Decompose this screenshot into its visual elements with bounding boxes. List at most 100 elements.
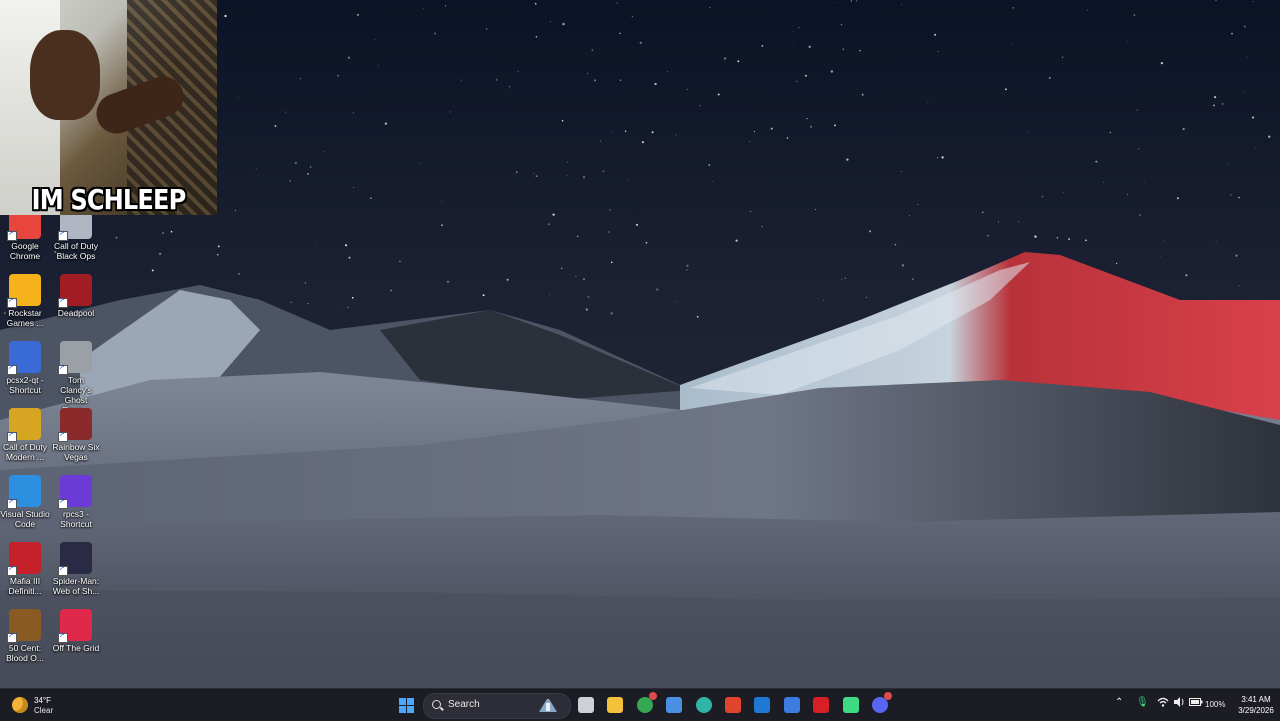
rpcs3-icon [58, 475, 92, 509]
shortcut-arrow-icon [7, 564, 17, 576]
weather-condition: Clear [34, 706, 54, 715]
shortcut-arrow-icon [7, 430, 17, 442]
search-icon [432, 700, 441, 709]
android-app-taskbar-button[interactable] [838, 692, 864, 718]
taskbar: 34°F Clear Search ⌃ 🎙 100% 3:41 AM 3/29/… [0, 688, 1280, 721]
desktop-icon-rockstar[interactable]: Rockstar Games ... [0, 274, 50, 328]
notification-badge [884, 692, 892, 700]
brave-icon [725, 697, 741, 713]
edge-taskbar-button[interactable] [691, 692, 717, 718]
desktop-icon-rpcs3[interactable]: rpcs3 - Shortcut [51, 475, 101, 529]
desktop-icon-label: pcsx2-qt - Shortcut [6, 375, 44, 395]
shortcut-arrow-icon [58, 363, 68, 375]
task-view-icon [578, 697, 594, 713]
shortcut-arrow-icon [7, 631, 17, 643]
weather-temp: 34°F [34, 696, 51, 705]
battery-percent: 100% [1205, 700, 1226, 709]
system-clock[interactable]: 3:41 AM 3/29/2026 [1236, 694, 1276, 716]
shortcut-arrow-icon [58, 430, 68, 442]
overlay-caption: IM SCHLEEP [31, 183, 187, 215]
shortcut-arrow-icon [58, 497, 68, 509]
windows-logo-pane [407, 706, 414, 713]
notes-taskbar-button[interactable] [779, 692, 805, 718]
off-the-grid-icon [58, 609, 92, 643]
desktop-icon-label: Deadpool [57, 308, 95, 318]
pcsx2-icon [7, 341, 41, 375]
discord-taskbar-button[interactable] [867, 692, 893, 718]
desktop-icon-label: rpcs3 - Shortcut [60, 509, 92, 529]
desktop-icon-modern-warfare[interactable]: Call of Duty Modern ... [0, 408, 50, 462]
desktop-icon-deadpool[interactable]: Deadpool [51, 274, 101, 318]
wifi-icon[interactable] [1157, 697, 1169, 710]
battery-glyph [1189, 698, 1203, 706]
shortcut-arrow-icon [58, 564, 68, 576]
desktop-icon-label: Spider-Man: Web of Sh... [52, 576, 100, 596]
sleeping-face [30, 30, 100, 120]
notes-icon [784, 697, 800, 713]
desktop-icon-label: Call of Duty Black Ops [54, 241, 98, 261]
ruby-app-taskbar-button[interactable] [808, 692, 834, 718]
search-highlight-icon [539, 699, 557, 712]
wifi-glyph [1157, 697, 1169, 707]
moon-icon [12, 697, 28, 713]
file-explorer-taskbar-button[interactable] [602, 692, 628, 718]
desktop-icon-label: 50 Cent: Blood O... [6, 643, 44, 663]
notification-badge [649, 692, 657, 700]
deadpool-icon [58, 274, 92, 308]
windows-logo-pane [399, 706, 406, 713]
brave-taskbar-button[interactable] [720, 692, 746, 718]
shortcut-arrow-icon [58, 296, 68, 308]
desktop-icon-off-the-grid[interactable]: Off The Grid [51, 609, 101, 653]
start-button[interactable] [393, 692, 419, 718]
shortcut-arrow-icon [7, 229, 17, 241]
desktop-icon-label: Mafia III Definiti... [8, 576, 42, 596]
chevron-up-icon[interactable]: ⌃ [1115, 697, 1123, 708]
taskbar-search[interactable]: Search [423, 693, 571, 719]
edge-icon [696, 697, 712, 713]
microphone-icon[interactable]: 🎙 [1136, 697, 1149, 708]
desktop-icon-pcsx2[interactable]: pcsx2-qt - Shortcut [0, 341, 50, 395]
windows-logo-icon [399, 698, 406, 705]
android-app-icon [843, 697, 859, 713]
vscode-icon [7, 475, 41, 509]
desktop-icon-spiderman[interactable]: Spider-Man: Web of Sh... [51, 542, 101, 596]
clock-date: 3/29/2026 [1238, 706, 1274, 715]
outlook-icon [754, 697, 770, 713]
webcam-overlay: IM SCHLEEP [0, 0, 217, 215]
chrome-taskbar-button[interactable] [632, 692, 658, 718]
rainbow-six-icon [58, 408, 92, 442]
spiderman-icon [58, 542, 92, 576]
shortcut-arrow-icon [7, 363, 17, 375]
clock-time: 3:41 AM [1241, 695, 1271, 704]
weather-widget[interactable]: 34°F Clear [10, 693, 70, 717]
volume-glyph [1174, 697, 1184, 707]
desktop-icon-label: Rainbow Six Vegas [52, 442, 100, 462]
modern-warfare-icon [7, 408, 41, 442]
outlook-taskbar-button[interactable] [749, 692, 775, 718]
desktop-icon-black-ops[interactable]: Call of Duty Black Ops [51, 207, 101, 261]
ghost-recon-icon [58, 341, 92, 375]
windows-logo-pane [407, 698, 414, 705]
desktop-icon-chrome[interactable]: Google Chrome [0, 207, 50, 261]
desktop-icon-ghost-recon[interactable]: Tom Clancy's Ghost Reco... [51, 341, 101, 415]
desktop-icon-fifty-cent[interactable]: 50 Cent: Blood O... [0, 609, 50, 663]
microsoft-store-icon [666, 697, 682, 713]
desktop-icon-label: Rockstar Games ... [6, 308, 44, 328]
file-explorer-icon [607, 697, 623, 713]
desktop-icon-vscode[interactable]: Visual Studio Code [0, 475, 50, 529]
shortcut-arrow-icon [58, 229, 68, 241]
desktop-icon-rainbow-six[interactable]: Rainbow Six Vegas [51, 408, 101, 462]
search-placeholder: Search [448, 699, 480, 710]
task-view-taskbar-button[interactable] [573, 692, 599, 718]
desktop-icon-mafia[interactable]: Mafia III Definiti... [0, 542, 50, 596]
desktop-icon-label: Off The Grid [52, 643, 100, 653]
battery-icon[interactable] [1189, 697, 1203, 710]
desktop-icon-label: Google Chrome [9, 241, 41, 261]
microsoft-store-taskbar-button[interactable] [661, 692, 687, 718]
rockstar-icon [7, 274, 41, 308]
desktop-icon-label: Visual Studio Code [0, 509, 50, 529]
fifty-cent-icon [7, 609, 41, 643]
volume-icon[interactable] [1173, 697, 1185, 710]
shortcut-arrow-icon [7, 296, 17, 308]
shortcut-arrow-icon [58, 631, 68, 643]
